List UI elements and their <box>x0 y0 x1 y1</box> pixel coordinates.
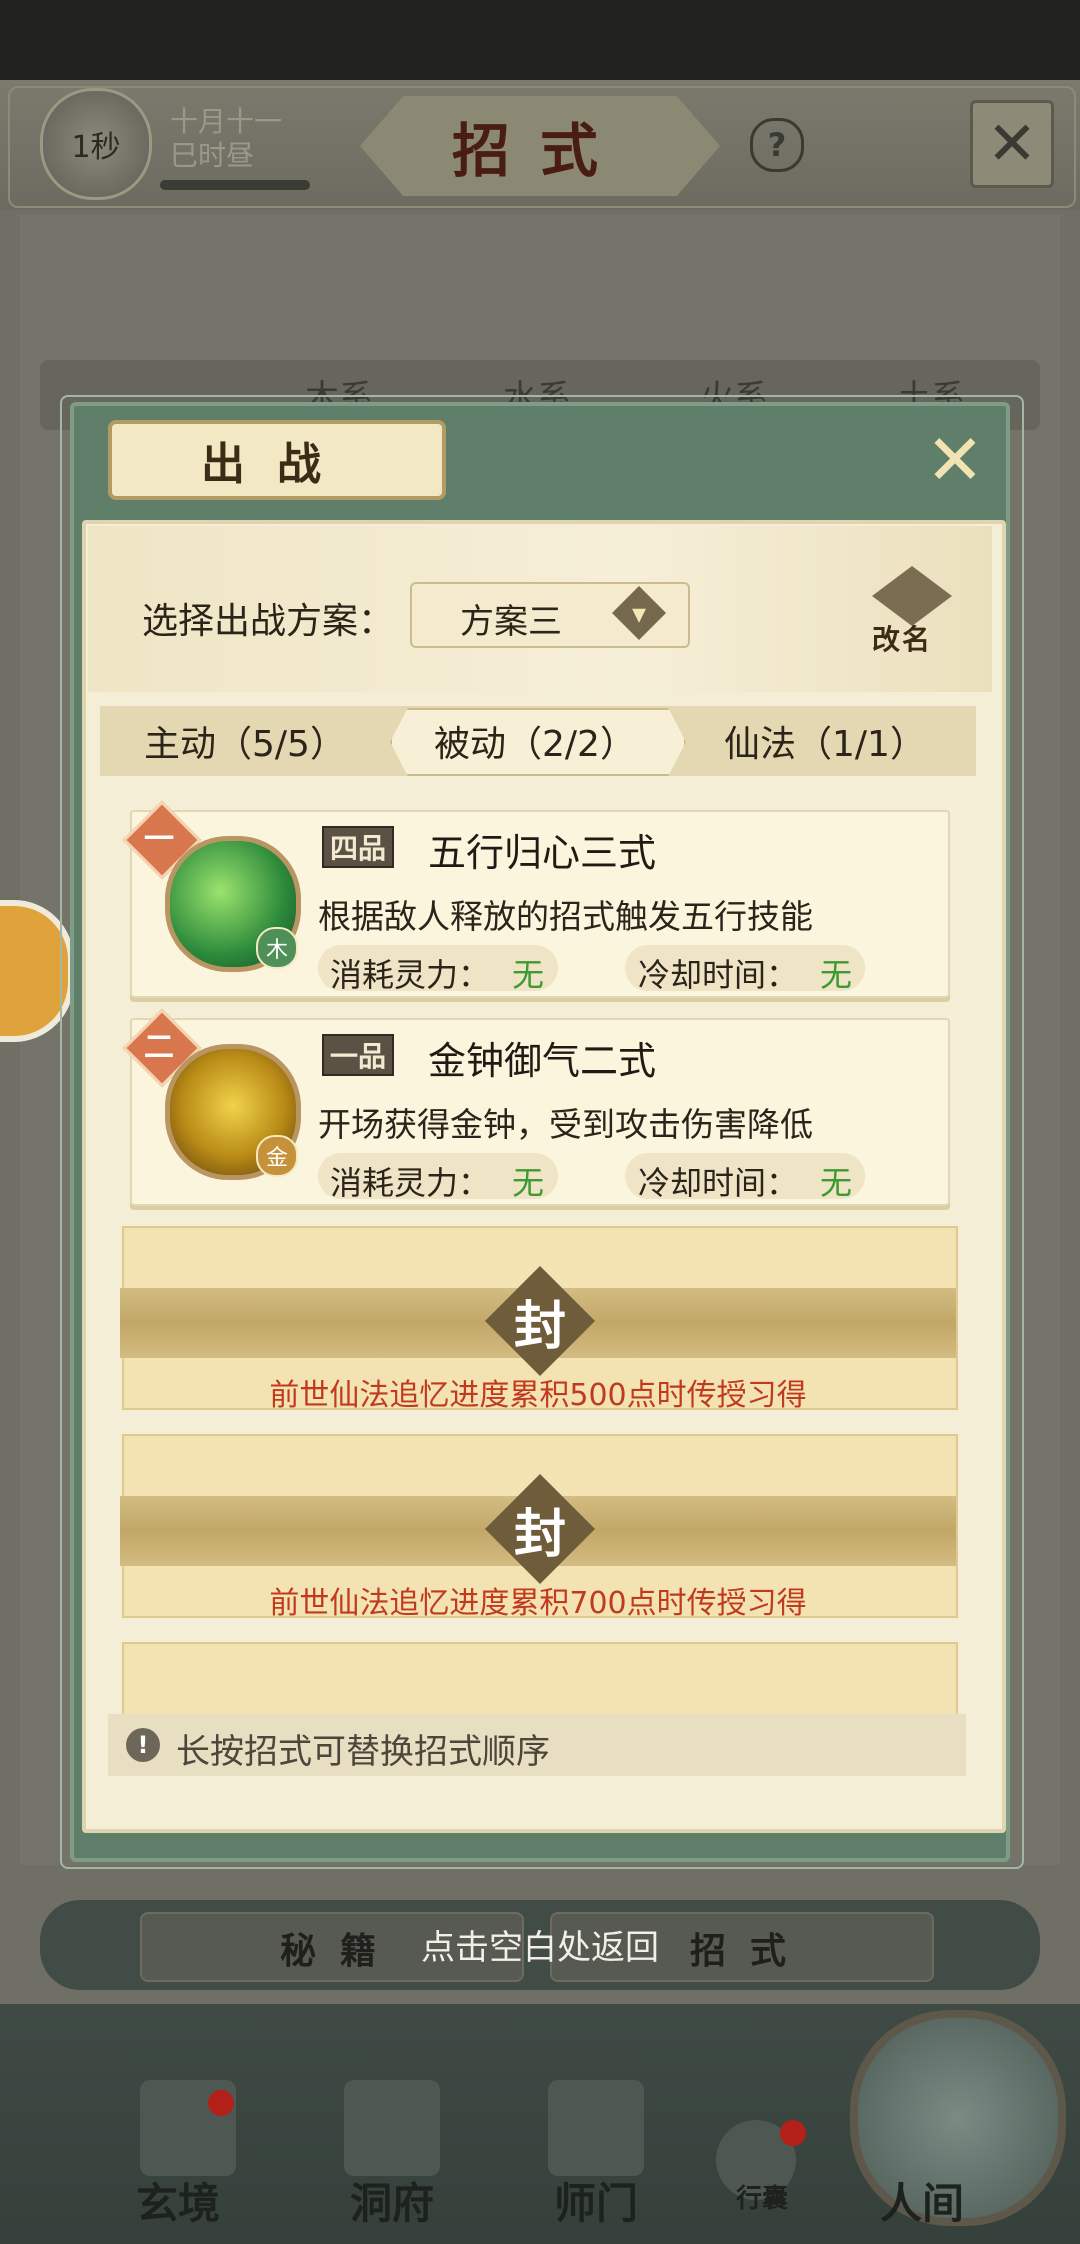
tip-text: 长按招式可替换招式顺序 <box>176 1732 550 1772</box>
unlock-requirement: 前世仙法追忆进度累积500点时传授习得 <box>269 1378 807 1413</box>
nav-renjian[interactable]: 人间 <box>880 2170 964 2231</box>
page-title: 招式 <box>451 117 628 185</box>
scheme-value[interactable]: 方案三 <box>460 594 562 643</box>
status-bar <box>0 0 1080 80</box>
banner-icon[interactable] <box>548 2080 644 2176</box>
grade-tag: 一品 <box>322 1034 395 1076</box>
cooldown-label: 冷却时间： <box>638 1164 799 1202</box>
pavilion-icon[interactable] <box>344 2080 440 2176</box>
cooldown-label: 冷却时间： <box>638 956 799 994</box>
cost-value: 无 <box>512 1164 545 1202</box>
tab-active-skills[interactable]: 主动（5/5） <box>110 706 380 776</box>
tab-passive-skills[interactable]: 被动（2/2） <box>400 706 670 776</box>
skill-description: 根据敌人释放的招式触发五行技能 <box>318 897 813 936</box>
rename-button[interactable]: 改名 <box>872 618 932 658</box>
return-hint[interactable]: 点击空白处返回 <box>0 1920 1080 1969</box>
time-of-day-text: 巳时昼 <box>170 139 255 172</box>
skill-name: 五行归心三式 <box>428 831 657 875</box>
modal-title: 出战 <box>201 439 353 490</box>
tab-immortal-arts[interactable]: 仙法（1/1） <box>690 706 960 776</box>
unlock-requirement: 前世仙法追忆进度累积700点时传授习得 <box>269 1586 807 1621</box>
timer-badge: 1秒 <box>40 88 152 200</box>
nav-xuanjing[interactable]: 玄境 <box>136 2170 220 2231</box>
skill-description: 开场获得金钟，受到攻击伤害降低 <box>318 1105 813 1144</box>
modal-title-plate: 出战 <box>108 420 446 500</box>
locked-slot <box>122 1642 958 1716</box>
nav-shimen[interactable]: 师门 <box>554 2170 638 2231</box>
info-icon: ! <box>126 1728 160 1762</box>
help-icon[interactable]: ? <box>750 118 804 172</box>
close-icon[interactable]: ✕ <box>970 100 1054 188</box>
cost-label: 消耗灵力： <box>330 956 491 994</box>
cost-label: 消耗灵力： <box>330 1164 491 1202</box>
nav-xingnang[interactable]: 行囊 <box>736 2178 788 2215</box>
cooldown-value: 无 <box>820 1164 853 1202</box>
notification-dot <box>208 2090 234 2116</box>
nav-dongfu[interactable]: 洞府 <box>350 2170 434 2231</box>
grade-tag: 四品 <box>322 826 395 868</box>
time-progress-bar <box>160 180 310 190</box>
page-title-plate: 招式 <box>360 96 720 196</box>
order-number: 一 <box>144 822 174 857</box>
skill-name: 金钟御气二式 <box>428 1039 657 1083</box>
notification-dot <box>780 2120 806 2146</box>
cooldown-value: 无 <box>820 956 853 994</box>
order-number: 二 <box>144 1030 174 1065</box>
cost-value: 无 <box>512 956 545 994</box>
modal-close-icon[interactable]: ✕ <box>920 425 990 495</box>
scheme-label: 选择出战方案： <box>142 601 395 642</box>
element-badge: 金 <box>256 1135 298 1177</box>
element-badge: 木 <box>256 927 298 969</box>
